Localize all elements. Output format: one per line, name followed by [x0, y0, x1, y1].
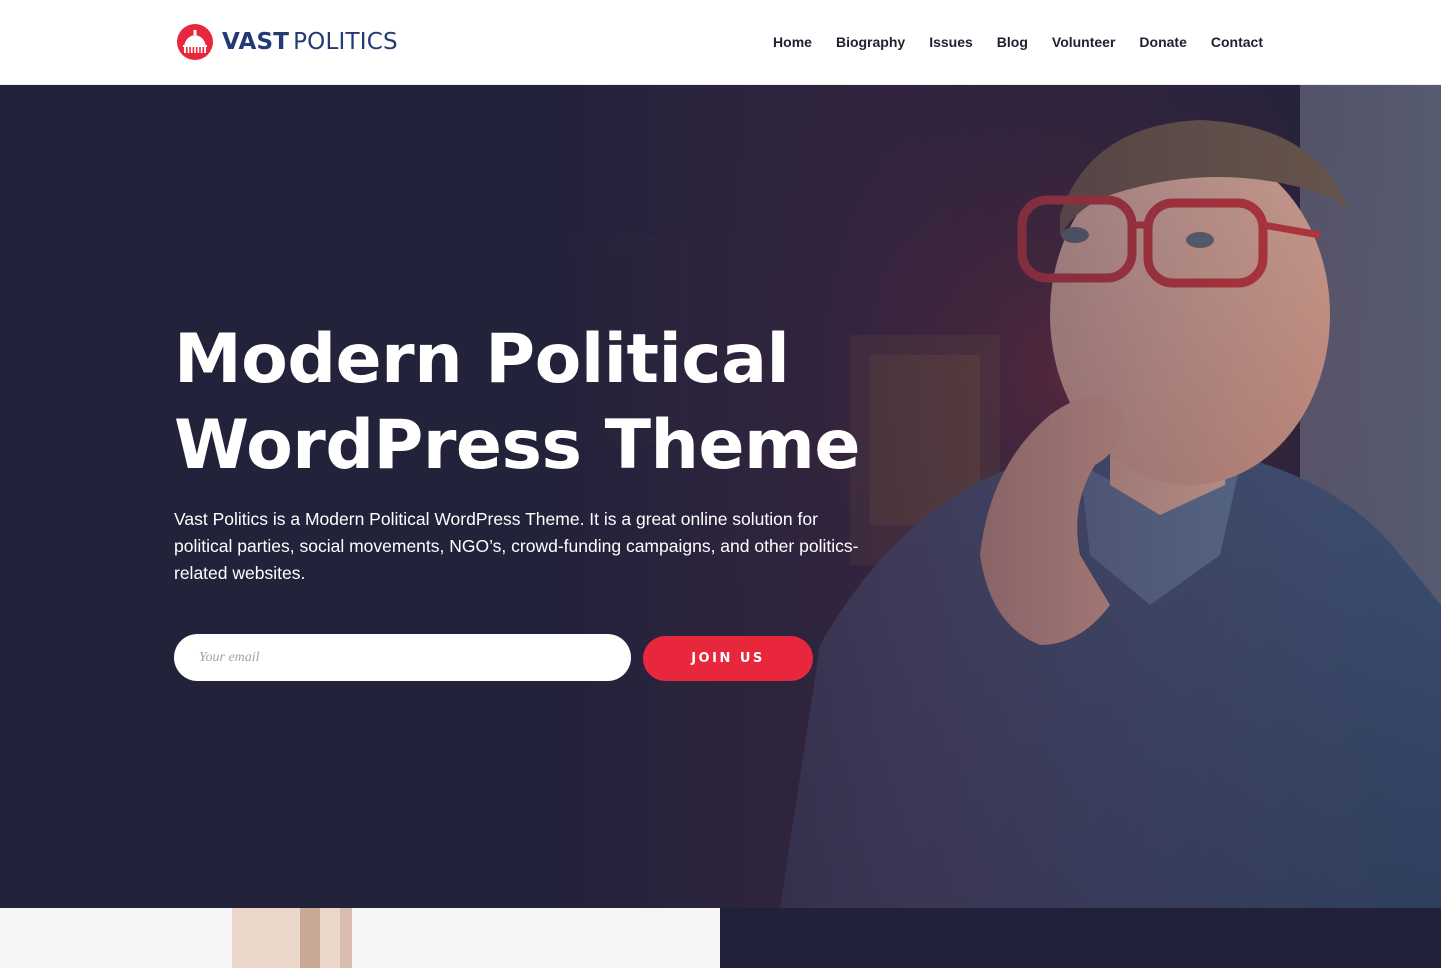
nav-home[interactable]: Home: [773, 30, 812, 54]
logo-wordmark: VAST POLITICS: [222, 29, 398, 55]
hero-section: Modern Political WordPress Theme Vast Po…: [0, 85, 1441, 908]
hero-title-line2: WordPress Theme: [174, 406, 861, 485]
hero-title-line1: Modern Political: [174, 320, 790, 399]
next-section-image: [0, 908, 720, 968]
nav-issues[interactable]: Issues: [929, 30, 973, 54]
logo-name-bold: VAST: [222, 29, 290, 55]
site-header: VAST POLITICS Home Biography Issues Blog …: [0, 0, 1441, 85]
capitol-dome-icon: [177, 24, 213, 60]
hero-title: Modern Political WordPress Theme: [174, 317, 934, 489]
next-section-panel: [720, 908, 1441, 968]
site-logo[interactable]: VAST POLITICS: [176, 22, 398, 62]
main-nav: Home Biography Issues Blog Volunteer Don…: [749, 30, 1263, 54]
email-input[interactable]: [174, 634, 631, 681]
join-us-button[interactable]: JOIN US: [643, 636, 813, 681]
nav-blog[interactable]: Blog: [997, 30, 1028, 54]
logo-name-light: POLITICS: [293, 29, 398, 55]
next-section-photo: [232, 908, 352, 968]
nav-donate[interactable]: Donate: [1139, 30, 1186, 54]
nav-contact[interactable]: Contact: [1211, 30, 1263, 54]
nav-biography[interactable]: Biography: [836, 30, 905, 54]
hero-description: Vast Politics is a Modern Political Word…: [174, 509, 859, 583]
nav-volunteer[interactable]: Volunteer: [1052, 30, 1116, 54]
hero-background-photo: [0, 85, 1441, 908]
